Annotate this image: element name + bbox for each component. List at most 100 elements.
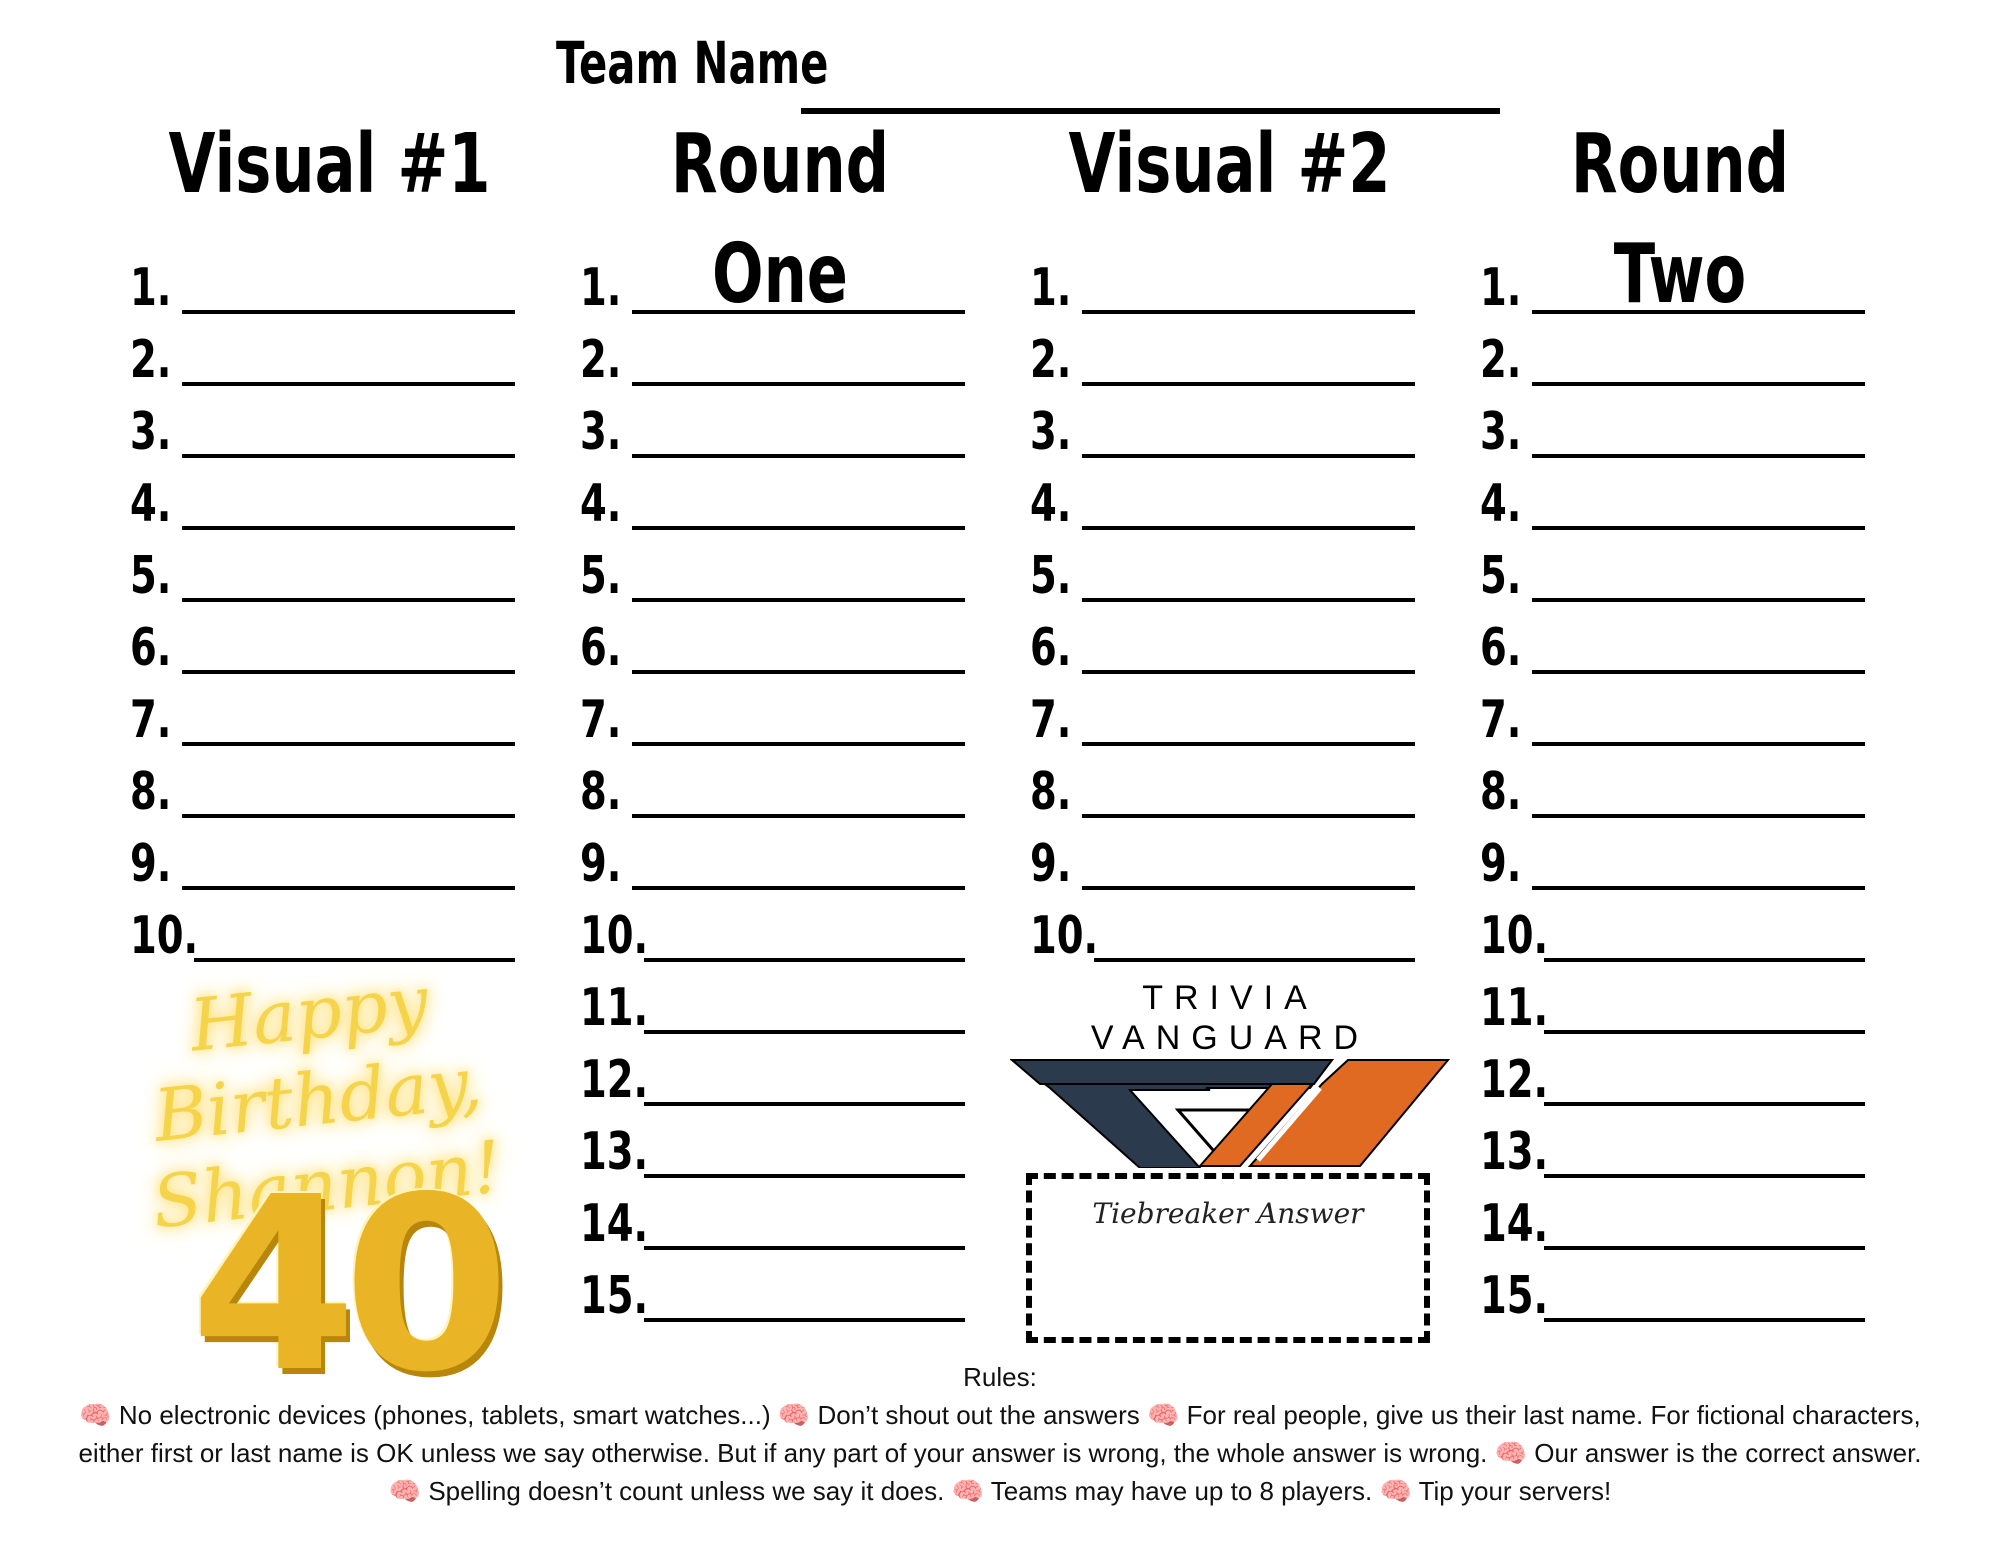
answer-number: 1. [130,258,172,318]
answer-number: 1. [1030,258,1072,318]
answer-number: 5. [580,546,622,606]
answer-number: 4. [1480,474,1522,534]
answer-number: 13. [1480,1122,1549,1182]
answer-line[interactable] [1082,742,1415,746]
answer-line[interactable] [182,670,515,674]
answer-line[interactable] [1544,958,1865,962]
answer-number: 12. [580,1050,649,1110]
answer-number: 1. [580,258,622,318]
answer-row: 5. [1480,548,1900,604]
tiebreaker-answer-box[interactable]: Tiebreaker Answer [1026,1173,1430,1343]
answer-line[interactable] [1532,814,1865,818]
answer-row: 7. [1480,692,1900,748]
answer-line[interactable] [1532,598,1865,602]
answer-line[interactable] [182,742,515,746]
answer-line[interactable] [632,742,965,746]
answer-row: 9. [580,836,1000,892]
answer-row: 12. [580,1052,1000,1108]
answer-line[interactable] [1544,1174,1865,1178]
answer-line[interactable] [1082,454,1415,458]
answer-line[interactable] [644,1102,965,1106]
answer-row: 3. [130,404,550,460]
answer-row: 9. [130,836,550,892]
rule-item: Spelling doesn’t count unless we say it … [428,1476,945,1506]
answer-number: 10. [1030,906,1099,966]
answer-number: 3. [1480,402,1522,462]
rule-item: Don’t shout out the answers [817,1400,1140,1430]
brain-icon: 🧠 [1147,1400,1180,1430]
answer-number: 9. [130,834,172,894]
answer-number: 3. [580,402,622,462]
answer-line[interactable] [1544,1030,1865,1034]
answer-line[interactable] [1094,958,1415,962]
answer-line[interactable] [632,382,965,386]
answer-line[interactable] [182,382,515,386]
answer-number: 8. [580,762,622,822]
answer-line[interactable] [1082,526,1415,530]
answer-number: 1. [1480,258,1522,318]
answer-line[interactable] [1532,310,1865,314]
answer-line[interactable] [632,598,965,602]
answer-line[interactable] [1082,670,1415,674]
answer-number: 15. [1480,1266,1549,1326]
answer-line[interactable] [1544,1102,1865,1106]
answer-line[interactable] [632,670,965,674]
answer-line[interactable] [1532,742,1865,746]
answer-line[interactable] [1082,886,1415,890]
answer-line[interactable] [644,1246,965,1250]
answer-line[interactable] [1082,598,1415,602]
answer-row: 7. [580,692,1000,748]
answer-line[interactable] [632,310,965,314]
answer-line[interactable] [1532,670,1865,674]
answer-number: 14. [580,1194,649,1254]
answer-line[interactable] [1544,1246,1865,1250]
answer-row: 11. [1480,980,1900,1036]
answer-row: 2. [1030,332,1450,388]
answer-line[interactable] [182,886,515,890]
answer-row: 11. [580,980,1000,1036]
column-round-one: Round One 1. 2. 3. 4. 5. 6. 7. 8. 9. 10. 11. 12. 13.… [560,110,1000,1360]
answer-number: 8. [130,762,172,822]
answer-number: 8. [1480,762,1522,822]
answer-number: 7. [1480,690,1522,750]
answer-line[interactable] [644,1318,965,1322]
answer-number: 4. [130,474,172,534]
answer-line[interactable] [1532,382,1865,386]
answer-line[interactable] [1532,526,1865,530]
answer-number: 3. [1030,402,1072,462]
brain-icon: 🧠 [388,1476,422,1506]
column-title: Visual #1 [169,117,491,212]
answer-line[interactable] [1544,1318,1865,1322]
answer-line[interactable] [1082,310,1415,314]
answer-line[interactable] [182,454,515,458]
answer-line[interactable] [644,958,965,962]
answer-number: 4. [580,474,622,534]
answer-line[interactable] [644,1030,965,1034]
answer-line[interactable] [632,454,965,458]
answer-number: 9. [1480,834,1522,894]
answer-line[interactable] [182,598,515,602]
answer-line[interactable] [1082,382,1415,386]
answer-line[interactable] [644,1174,965,1178]
answer-line[interactable] [632,814,965,818]
answer-row: 9. [1030,836,1450,892]
answer-number: 11. [1480,978,1549,1038]
answer-row: 9. [1480,836,1900,892]
rule-item: Teams may have up to 8 players. [990,1476,1373,1506]
answer-line[interactable] [1532,454,1865,458]
answer-line[interactable] [182,814,515,818]
answer-number: 5. [1480,546,1522,606]
answer-line[interactable] [182,526,515,530]
answer-line[interactable] [632,886,965,890]
answer-line[interactable] [1082,814,1415,818]
answer-line[interactable] [182,310,515,314]
answer-number: 6. [580,618,622,678]
answer-line[interactable] [1532,886,1865,890]
answer-number: 7. [580,690,622,750]
tiebreaker-label: Tiebreaker Answer [1092,1197,1364,1230]
answer-row: 14. [580,1196,1000,1252]
answer-line[interactable] [632,526,965,530]
answer-number: 6. [130,618,172,678]
answer-row: 4. [130,476,550,532]
answer-row: 1. [1480,260,1900,316]
